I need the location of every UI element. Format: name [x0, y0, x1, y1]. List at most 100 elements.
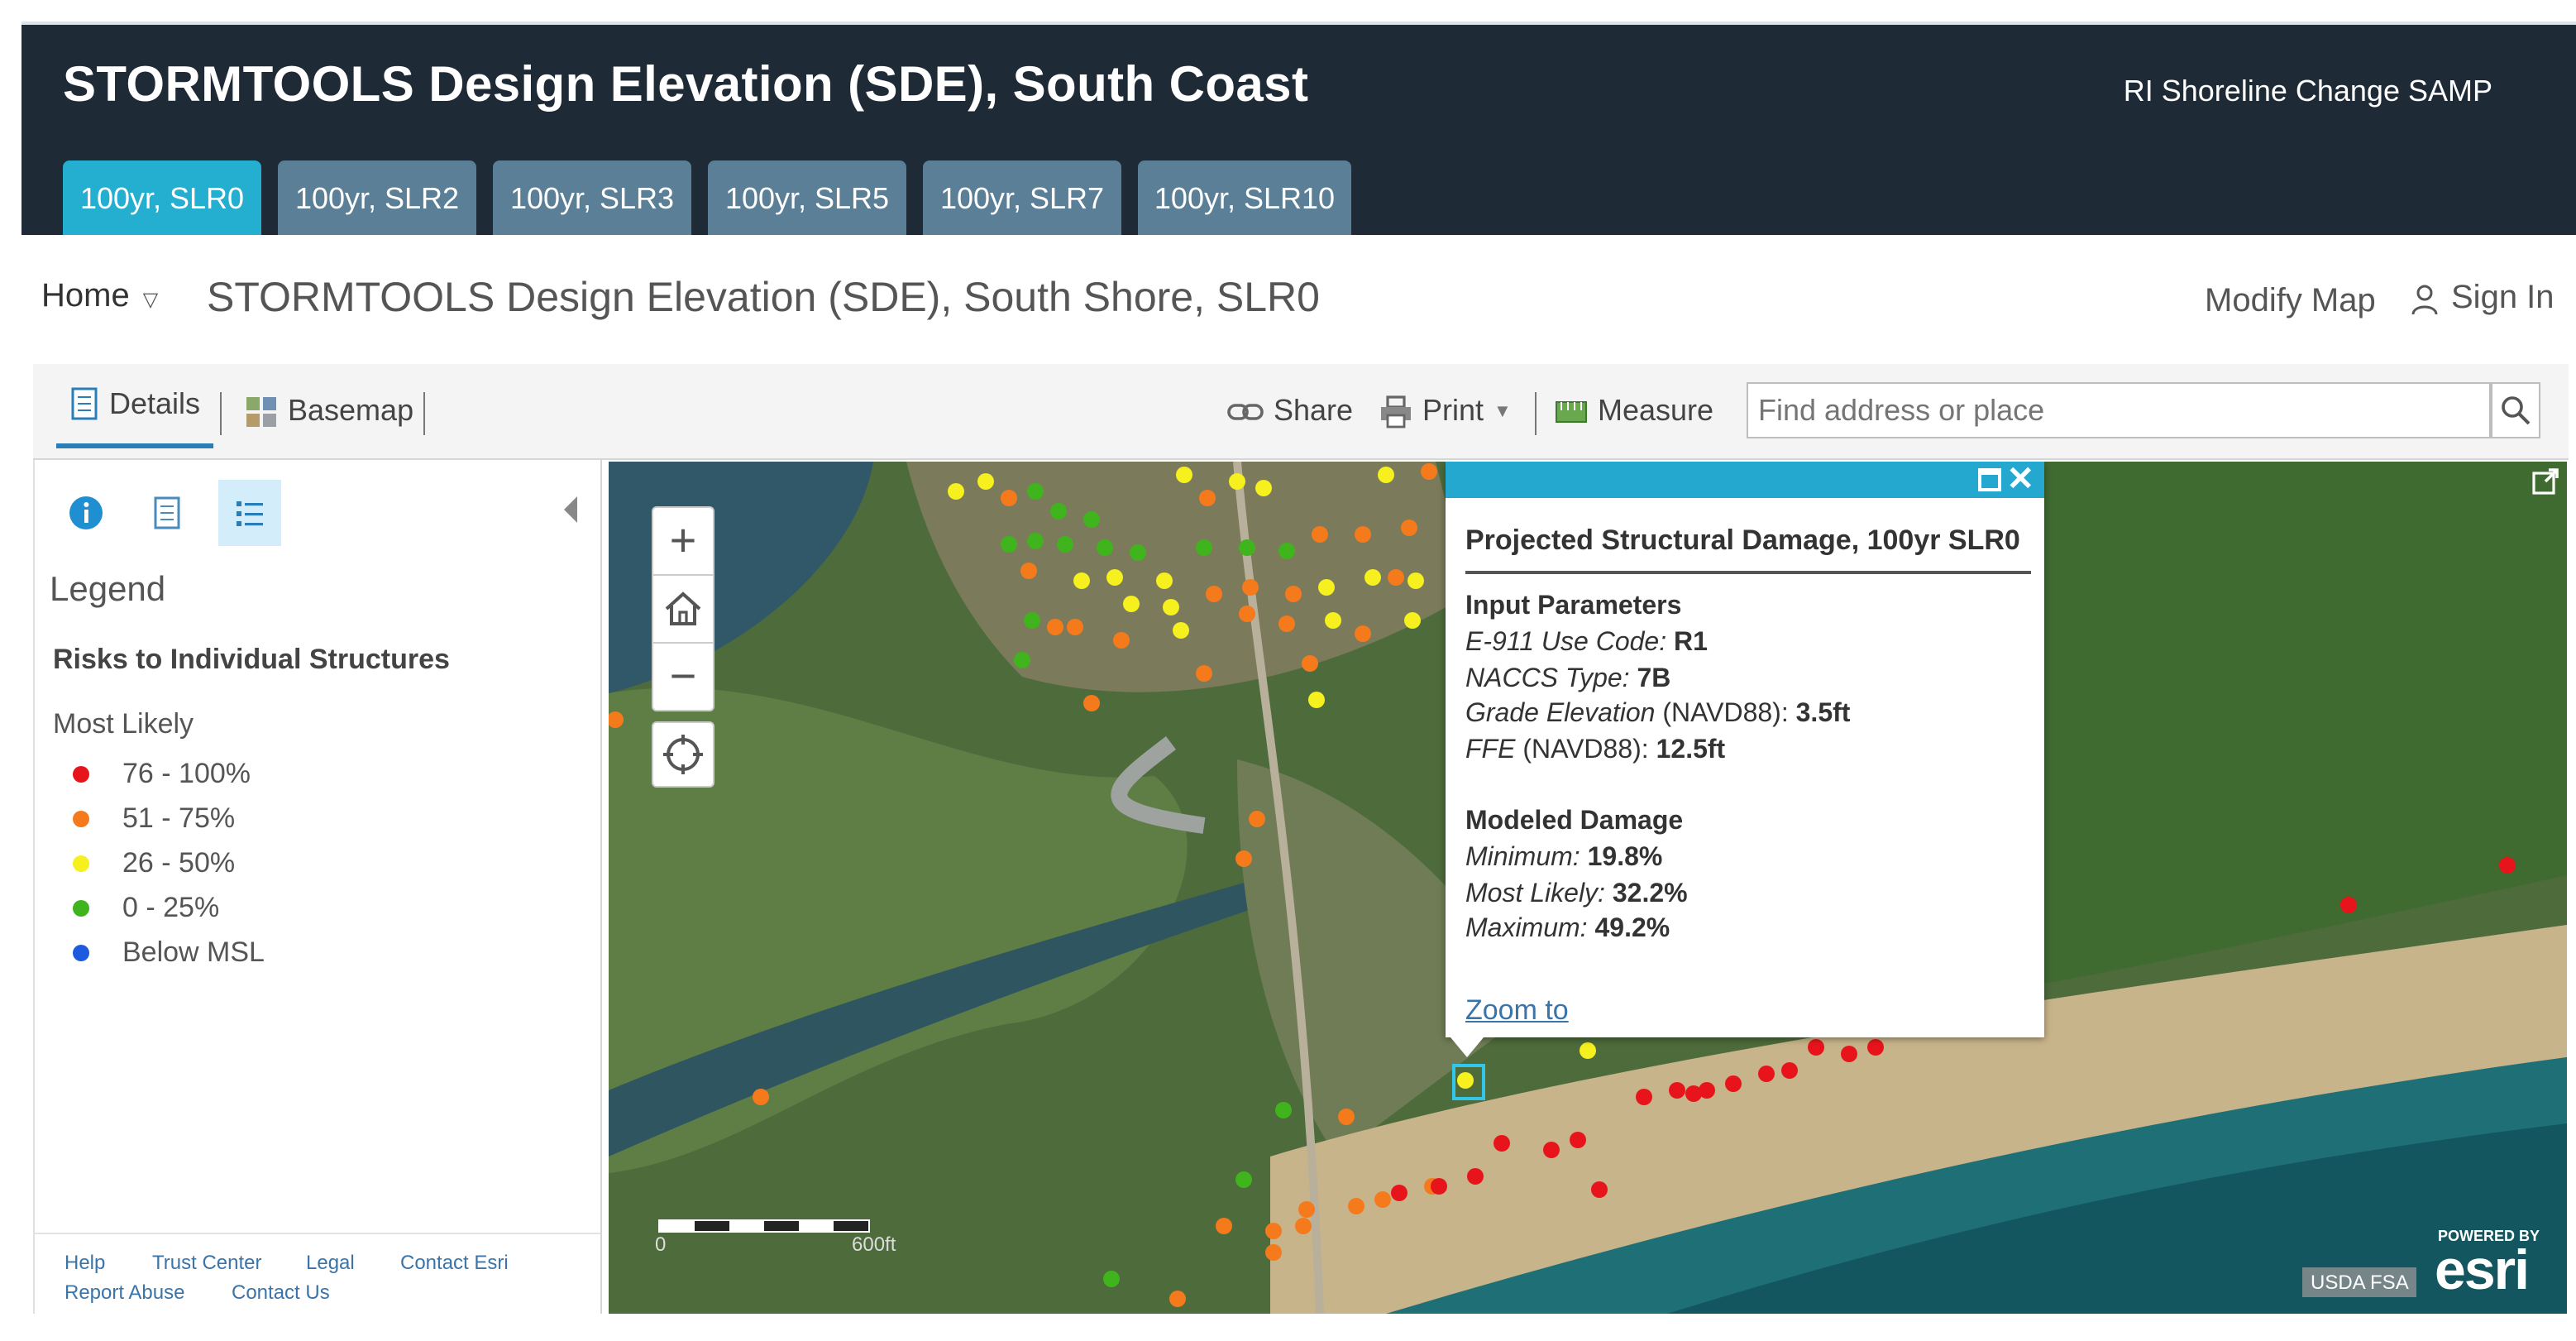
maximum-label: Maximum: — [1465, 915, 1588, 944]
most-likely-row: Most Likely: 32.2% — [1465, 876, 1850, 912]
basemap-button[interactable]: Basemap — [245, 364, 413, 458]
ffe-unit: (NAVD88): — [1522, 736, 1649, 765]
close-icon[interactable]: ✕ — [2006, 462, 2034, 498]
legend-item: 76 - 100% — [73, 751, 265, 796]
home-icon — [665, 591, 701, 625]
naccs-label: NACCS Type: — [1465, 664, 1630, 693]
legend-item: 51 - 75% — [73, 796, 265, 841]
e911-row: E-911 Use Code: R1 — [1465, 625, 1850, 662]
app-banner: STORMTOOLS Design Elevation (SDE), South… — [22, 22, 2576, 238]
naccs-row: NACCS Type: 7B — [1465, 661, 1850, 697]
home-menu[interactable]: Home ▽ — [41, 278, 158, 316]
minimum-value: 19.8% — [1587, 843, 1663, 872]
printer-icon — [1381, 395, 1411, 428]
tab-slr0[interactable]: 100yr, SLR0 — [63, 160, 261, 238]
grade-label: Grade Elevation — [1465, 700, 1656, 729]
naccs-value: 7B — [1637, 664, 1671, 693]
print-label: Print — [1422, 394, 1484, 427]
legend-item-label: 0 - 25% — [122, 891, 220, 922]
green-dot-icon — [73, 899, 89, 916]
toolbar-divider — [423, 392, 425, 435]
tab-slr5[interactable]: 100yr, SLR5 — [708, 160, 906, 238]
scale-bar — [658, 1219, 870, 1233]
scale-end-label: 600ft — [852, 1233, 896, 1256]
tab-slr10[interactable]: 100yr, SLR10 — [1138, 160, 1351, 238]
minimum-label: Minimum: — [1465, 843, 1580, 872]
share-button[interactable]: Share — [1227, 364, 1353, 458]
e911-label: E-911 Use Code: — [1465, 628, 1667, 657]
grade-unit: (NAVD88): — [1662, 700, 1789, 729]
user-icon — [2411, 284, 2438, 314]
measure-icon — [1556, 400, 1587, 422]
popup-content: Input Parameters E-911 Use Code: R1 NACC… — [1465, 589, 1850, 948]
about-tab[interactable] — [55, 480, 117, 546]
legend-list-icon — [237, 501, 263, 526]
basemap-label: Basemap — [288, 394, 414, 427]
grade-elevation-row: Grade Elevation (NAVD88): 3.5ft — [1465, 697, 1850, 734]
details-panel: Legend Risks to Individual Structures Mo… — [33, 460, 602, 1314]
attribution[interactable]: USDA FSA — [2302, 1267, 2417, 1297]
scale-start-label: 0 — [655, 1233, 667, 1256]
tab-slr7[interactable]: 100yr, SLR7 — [923, 160, 1121, 238]
search-icon — [2502, 396, 2531, 425]
legal-link[interactable]: Legal — [306, 1251, 355, 1274]
measure-button[interactable]: Measure — [1555, 364, 1713, 458]
details-icon — [71, 387, 98, 420]
legend-item-label: 76 - 100% — [122, 757, 251, 788]
chevron-down-icon: ▽ — [142, 288, 159, 311]
selected-feature-highlight[interactable] — [1452, 1064, 1485, 1100]
report-abuse-link[interactable]: Report Abuse — [65, 1281, 184, 1304]
app-title: STORMTOOLS Design Elevation (SDE), South… — [63, 58, 1309, 113]
contact-us-link[interactable]: Contact Us — [232, 1281, 330, 1304]
map-view[interactable]: + − 0 600ft USDA FSA POWERED BY esri ✕ P… — [609, 462, 2567, 1314]
search-input[interactable] — [1747, 382, 2491, 438]
trust-center-link[interactable]: Trust Center — [152, 1251, 262, 1274]
map-title: STORMTOOLS Design Elevation (SDE), South… — [207, 275, 1320, 321]
print-button[interactable]: Print ▼ — [1379, 364, 1512, 458]
home-view-button[interactable] — [653, 576, 713, 644]
zoom-out-button[interactable]: − — [653, 644, 713, 710]
contact-esri-link[interactable]: Contact Esri — [400, 1251, 509, 1274]
legend-item-label: 51 - 75% — [122, 802, 236, 833]
measure-label: Measure — [1598, 394, 1714, 427]
map-titlebar: Home ▽ STORMTOOLS Design Elevation (SDE),… — [22, 235, 2576, 364]
zoom-in-button[interactable]: + — [653, 508, 713, 576]
grade-value: 3.5ft — [1795, 700, 1851, 729]
legend-tab[interactable] — [218, 480, 281, 546]
basemap-icon — [246, 396, 276, 426]
most-likely-label: Most Likely: — [1465, 879, 1605, 908]
expand-icon[interactable] — [2531, 467, 2560, 496]
content-icon — [154, 496, 180, 529]
minimum-row: Minimum: 19.8% — [1465, 841, 1850, 877]
zoom-to-link[interactable]: Zoom to — [1465, 994, 1569, 1027]
popup-pointer — [1450, 1037, 1484, 1057]
sign-in-link[interactable]: Sign In — [2411, 280, 2554, 318]
tab-slr3[interactable]: 100yr, SLR3 — [493, 160, 691, 238]
input-parameters-heading: Input Parameters — [1465, 592, 1682, 620]
details-label: Details — [109, 386, 201, 419]
info-icon — [69, 496, 103, 529]
content-tab[interactable] — [136, 480, 198, 546]
crosshair-icon — [663, 735, 703, 774]
sign-in-label: Sign In — [2451, 280, 2554, 316]
home-label: Home — [41, 278, 130, 314]
zoom-controls: + − — [652, 506, 714, 711]
popup-title: Projected Structural Damage, 100yr SLR0 — [1465, 524, 2031, 574]
legend-heading: Legend — [50, 571, 166, 609]
legend-item-label: Below MSL — [122, 936, 265, 967]
collapse-panel-icon[interactable] — [564, 496, 577, 523]
locate-button[interactable] — [652, 721, 714, 788]
map-toolbar: Details Basemap Share Print ▼ Measure — [33, 364, 2569, 460]
help-link[interactable]: Help — [65, 1251, 105, 1274]
legend-layer-title: Risks to Individual Structures — [53, 644, 450, 675]
esri-logo[interactable]: esri — [2435, 1239, 2530, 1304]
maximize-icon[interactable] — [1978, 468, 2001, 491]
details-button[interactable]: Details — [56, 364, 214, 448]
popup-header: ✕ — [1446, 462, 2044, 498]
legend-list: 76 - 100% 51 - 75% 26 - 50% 0 - 25% Belo… — [73, 751, 265, 975]
e911-value: R1 — [1674, 628, 1708, 657]
tab-slr2[interactable]: 100yr, SLR2 — [278, 160, 476, 238]
legend-item: Below MSL — [73, 930, 265, 975]
search-button[interactable] — [2491, 382, 2540, 438]
modify-map-link[interactable]: Modify Map — [2205, 283, 2376, 321]
